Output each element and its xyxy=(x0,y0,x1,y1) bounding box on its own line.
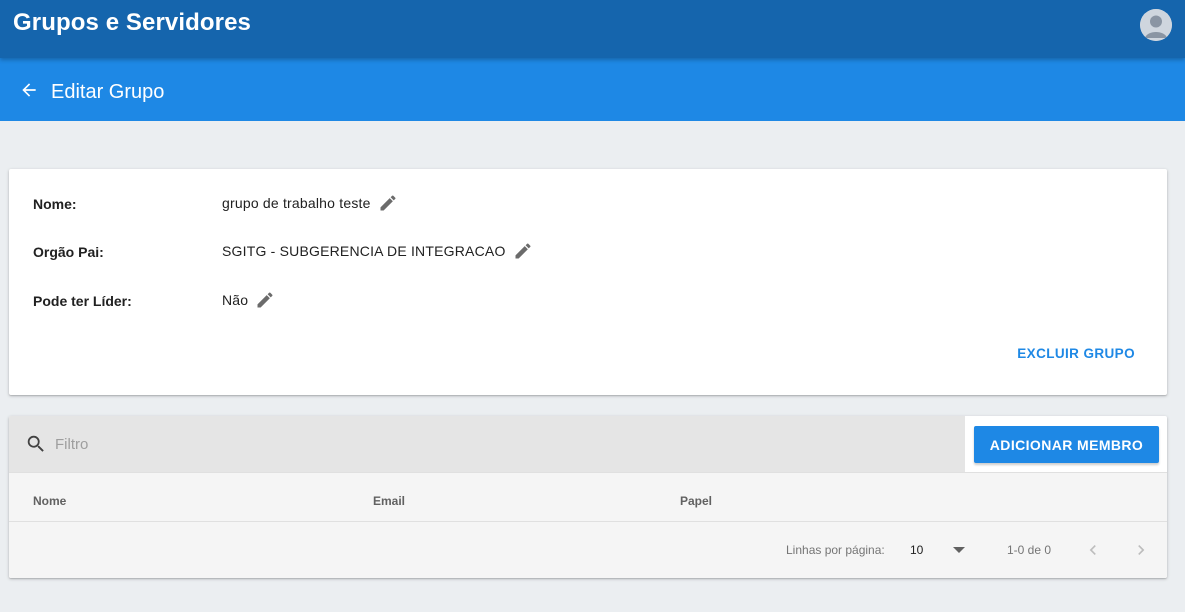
field-label-pode-ter-lider: Pode ter Líder: xyxy=(33,293,132,309)
filter-input[interactable] xyxy=(55,428,935,460)
field-value-nome: grupo de trabalho teste xyxy=(222,192,399,214)
edit-pode-ter-lider-button[interactable] xyxy=(254,289,276,311)
column-header-papel[interactable]: Papel xyxy=(680,494,712,508)
back-button[interactable] xyxy=(16,77,42,103)
group-details-card: Nome: grupo de trabalho teste Orgão Pai:… xyxy=(9,169,1167,395)
previous-page-button[interactable] xyxy=(1082,539,1104,561)
field-value-pode-ter-lider: Não xyxy=(222,289,276,311)
field-value-orgao-pai: SGITG - SUBGERENCIA DE INTEGRACAO xyxy=(222,240,534,262)
field-value-text: grupo de trabalho teste xyxy=(222,195,371,211)
app-bar: Grupos e Servidores xyxy=(0,0,1185,58)
delete-group-button[interactable]: EXCLUIR GRUPO xyxy=(1017,346,1135,361)
table-header: Nome Email Papel xyxy=(9,472,1167,522)
rows-per-page-label: Linhas por página: xyxy=(786,543,885,557)
chevron-left-icon xyxy=(1089,545,1096,555)
arrow-left-icon xyxy=(22,83,36,97)
field-value-text: Não xyxy=(222,292,249,308)
search-icon xyxy=(27,435,44,452)
page-header: Editar Grupo xyxy=(0,58,1185,121)
filter-bar xyxy=(9,416,965,472)
edit-nome-button[interactable] xyxy=(377,192,399,214)
pencil-icon xyxy=(515,243,531,259)
next-page-button[interactable] xyxy=(1130,539,1152,561)
table-pagination: Linhas por página: 10 1-0 de 0 xyxy=(9,522,1167,578)
app-title: Grupos e Servidores xyxy=(13,9,251,36)
page-title: Editar Grupo xyxy=(51,81,165,103)
edit-orgao-pai-button[interactable] xyxy=(512,240,534,262)
field-label-nome: Nome: xyxy=(33,196,77,212)
field-value-text: SGITG - SUBGERENCIA DE INTEGRACAO xyxy=(222,243,506,259)
members-table-card: ADICIONAR MEMBRO Nome Email Papel Linhas… xyxy=(9,416,1167,578)
column-header-nome[interactable]: Nome xyxy=(33,494,66,508)
rows-per-page-value: 10 xyxy=(910,543,924,557)
pencil-icon xyxy=(257,292,273,308)
caret-down-icon xyxy=(953,547,965,553)
field-label-orgao-pai: Orgão Pai: xyxy=(33,244,104,260)
column-header-email[interactable]: Email xyxy=(373,494,405,508)
pagination-range: 1-0 de 0 xyxy=(1007,543,1052,557)
user-avatar-icon[interactable] xyxy=(1140,9,1172,41)
add-member-button[interactable]: ADICIONAR MEMBRO xyxy=(974,426,1159,463)
pencil-icon xyxy=(380,195,396,211)
chevron-right-icon xyxy=(1138,545,1145,555)
rows-per-page-select[interactable]: 10 xyxy=(909,537,969,563)
